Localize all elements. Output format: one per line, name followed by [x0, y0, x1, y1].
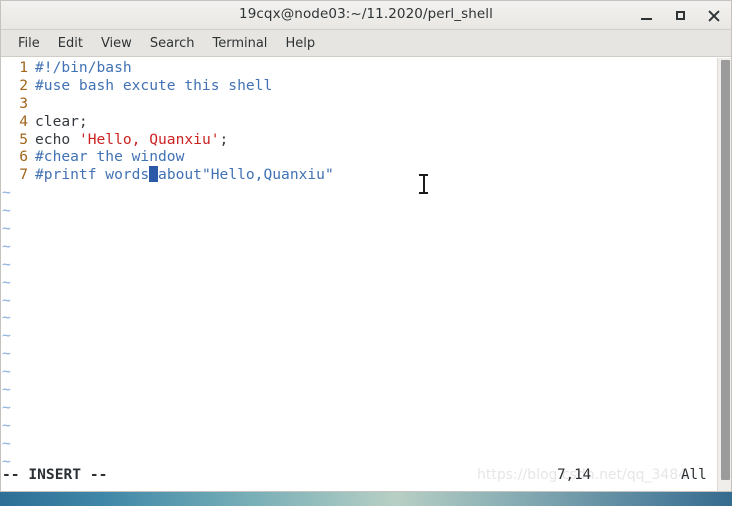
window-controls	[635, 1, 725, 30]
maximize-button[interactable]	[669, 5, 691, 27]
title-bar[interactable]: 19cqx@node03:~/11.2020/perl_shell	[1, 1, 731, 30]
code-line[interactable]: 1 #!/bin/bash	[1, 59, 731, 77]
maximize-icon	[675, 11, 685, 20]
code-span-string: 'Hello, Quanxiu'	[78, 130, 220, 148]
vertical-scrollbar[interactable]	[717, 58, 731, 491]
code-text: clear;	[28, 113, 88, 130]
empty-line-tilde: ~	[2, 309, 11, 327]
menu-item-help[interactable]: Help	[276, 33, 324, 54]
text-cursor-block	[149, 166, 159, 183]
code-text: #use bash excute this shell	[28, 77, 272, 94]
empty-line-tilde: ~	[2, 184, 11, 202]
line-number: 1	[19, 59, 28, 76]
code-span-comment: #use bash excute this shell	[35, 76, 273, 94]
empty-line-tilde: ~	[2, 398, 11, 416]
empty-line-tilde: ~	[2, 434, 11, 452]
empty-line-tilde: ~	[2, 416, 11, 434]
code-line[interactable]: 4 clear;	[1, 113, 731, 131]
menu-item-view[interactable]: View	[92, 33, 141, 54]
screenshot-root: 19cqx@node03:~/11.2020/perl_shell File E…	[0, 0, 732, 506]
code-text: #printf words about"Hello,Quanxiu"	[28, 166, 334, 183]
empty-line-tilde: ~	[2, 327, 11, 345]
empty-line-tilde: ~	[2, 273, 11, 291]
empty-line-tilde: ~	[2, 452, 11, 463]
window-title: 19cqx@node03:~/11.2020/perl_shell	[239, 6, 493, 22]
menu-bar: File Edit View Search Terminal Help	[1, 30, 731, 57]
terminal-window: 19cqx@node03:~/11.2020/perl_shell File E…	[0, 0, 732, 492]
cursor-position-indicator: 7,14	[557, 467, 592, 483]
scroll-percent-indicator: All	[681, 467, 707, 483]
empty-line-tilde: ~	[2, 291, 11, 309]
line-number: 4	[19, 112, 28, 130]
code-span-comment: about"Hello,Quanxiu"	[158, 166, 334, 184]
empty-line-tilde: ~	[2, 345, 11, 363]
scrollbar-thumb[interactable]	[721, 60, 730, 480]
desktop-background	[0, 490, 732, 506]
empty-line-tilde: ~	[2, 202, 11, 220]
empty-line-tilde: ~	[2, 255, 11, 273]
line-number: 2	[19, 76, 28, 94]
empty-line-tilde: ~	[2, 237, 11, 255]
code-span-comment: #chear the window	[35, 148, 185, 166]
line-number: 6	[19, 148, 28, 166]
code-span-comment: #!/bin/bash	[35, 59, 132, 76]
vim-text-buffer[interactable]: 1 #!/bin/bash 2 #use bash excute this shell…	[1, 57, 731, 463]
menu-item-edit[interactable]: Edit	[49, 33, 92, 54]
code-span-plain: ;	[219, 130, 229, 148]
menu-item-search[interactable]: Search	[141, 33, 204, 54]
close-button[interactable]	[703, 5, 725, 27]
terminal-body[interactable]: 1 #!/bin/bash 2 #use bash excute this shell…	[1, 57, 731, 491]
vim-mode-indicator: -- INSERT --	[2, 466, 108, 483]
code-text: #!/bin/bash	[28, 59, 132, 76]
empty-line-tilde: ~	[2, 363, 11, 381]
minimize-button[interactable]	[635, 5, 657, 27]
code-text: echo 'Hello, Quanxiu';	[28, 131, 228, 148]
code-line[interactable]: 2 #use bash excute this shell	[1, 77, 731, 95]
code-line[interactable]: 3	[1, 95, 731, 113]
line-number: 5	[19, 130, 28, 148]
line-number: 3	[19, 94, 28, 112]
code-text: #chear the window	[28, 148, 184, 165]
code-span-plain: clear;	[35, 112, 88, 130]
empty-line-tilde: ~	[2, 220, 11, 238]
code-span-comment: #printf words	[35, 166, 150, 184]
code-line[interactable]: 6 #chear the window	[1, 148, 731, 166]
code-line[interactable]: 7 #printf words about"Hello,Quanxiu"	[1, 166, 731, 184]
code-span-plain: echo	[35, 130, 79, 148]
empty-line-tilde: ~	[2, 381, 11, 399]
vim-status-line: https://blog.csdn.net/qq_3484 -- INSERT …	[1, 463, 731, 491]
menu-item-terminal[interactable]: Terminal	[203, 33, 276, 54]
close-icon	[708, 10, 720, 22]
minimize-icon	[640, 18, 652, 20]
code-line[interactable]: 5 echo 'Hello, Quanxiu';	[1, 131, 731, 149]
line-number: 7	[19, 166, 28, 184]
menu-item-file[interactable]: File	[9, 33, 49, 54]
